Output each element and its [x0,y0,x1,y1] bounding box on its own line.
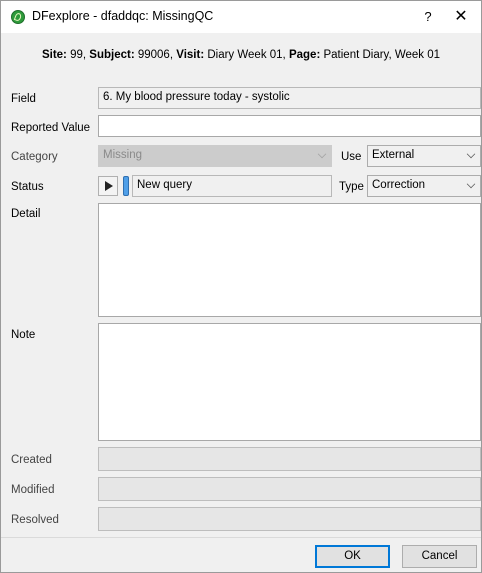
title-bar: DFexplore - dfaddqc: MissingQC ? ✕ [1,1,481,33]
created-label: Created [11,454,52,466]
subject-label: Subject: [89,49,135,61]
status-field: New query [132,175,332,197]
type-value: Correction [372,179,426,191]
category-select: Missing [98,145,332,167]
detail-label: Detail [11,208,41,220]
use-select[interactable]: External [367,145,481,167]
modified-label: Modified [11,484,55,496]
site-value: 99, [66,49,90,61]
field-display: 6. My blood pressure today - systolic [98,87,481,109]
status-indicator [123,176,129,196]
note-label: Note [11,329,36,341]
reported-value-input[interactable] [98,115,481,137]
help-button[interactable]: ? [418,7,438,27]
chevron-down-icon [466,179,476,189]
page-value: Patient Diary, Week 01 [320,49,441,61]
use-value: External [372,149,415,161]
category-value: Missing [103,149,142,161]
ok-button[interactable]: OK [315,545,390,568]
resolved-label: Resolved [11,514,59,526]
status-label: Status [11,181,44,193]
type-select[interactable]: Correction [367,175,481,197]
chevron-down-icon [466,149,476,159]
dialog-window: DFexplore - dfaddqc: MissingQC ? ✕ Site:… [0,0,482,573]
reported-value-label: Reported Value [11,122,91,134]
created-field [98,447,481,471]
detail-textarea[interactable] [98,203,481,317]
footer-divider [1,537,481,538]
category-label: Category [11,151,58,163]
page-label: Page: [288,49,321,61]
window-title: DFexplore - dfaddqc: MissingQC [32,9,214,23]
visit-label: Visit: [176,49,205,61]
modified-field [98,477,481,501]
subject-value: 99006, [134,49,177,61]
record-context: Site: 99, Subject: 99006, Visit: Diary W… [1,49,481,61]
site-label: Site: [41,49,67,61]
close-icon[interactable]: ✕ [451,7,471,27]
play-icon[interactable] [98,176,118,196]
cancel-button[interactable]: Cancel [402,545,477,568]
chevron-down-icon [317,149,327,159]
type-label: Type [339,181,364,193]
field-label: Field [11,93,36,105]
resolved-field [98,507,481,531]
note-textarea[interactable] [98,323,481,441]
app-icon [11,10,25,24]
use-label: Use [341,151,362,163]
visit-value: Diary Week 01, [204,49,289,61]
